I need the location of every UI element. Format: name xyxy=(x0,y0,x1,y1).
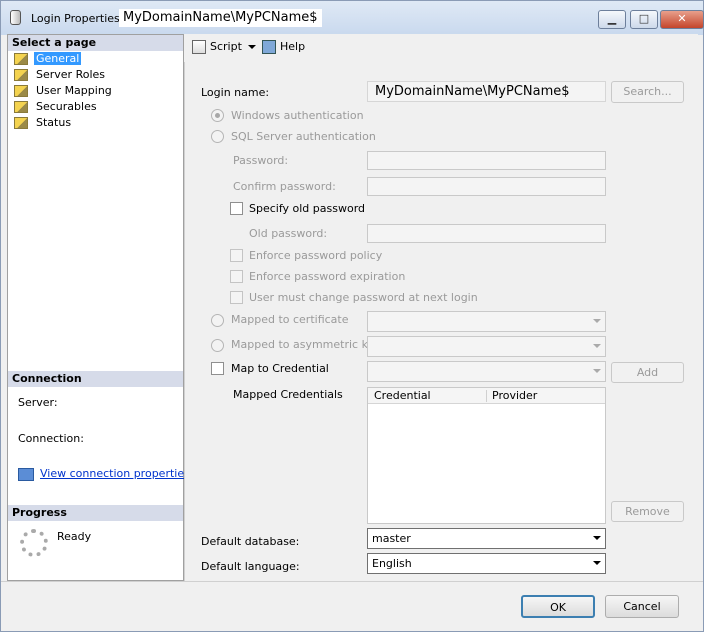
cancel-button[interactable]: Cancel xyxy=(605,595,679,618)
toolbar: Script Help xyxy=(184,34,698,62)
page-general[interactable]: General xyxy=(14,52,174,67)
maximize-button[interactable]: □ xyxy=(630,10,658,29)
chevron-down-icon[interactable] xyxy=(247,45,256,49)
default-language-label: Default language: xyxy=(201,560,300,573)
left-pane: Select a page General Server Roles User … xyxy=(7,34,190,581)
remove-credential-button[interactable]: Remove xyxy=(611,501,684,522)
general-page-form: Login name: MyDomainName\MyPCName$ Searc… xyxy=(184,62,698,581)
provider-column[interactable]: Provider xyxy=(492,389,537,402)
page-server-roles[interactable]: Server Roles xyxy=(14,68,174,83)
connection-properties-icon xyxy=(18,468,34,481)
script-icon xyxy=(192,40,206,54)
login-name-label: Login name: xyxy=(201,86,270,99)
mapped-credentials-grid[interactable]: Credential Provider xyxy=(367,387,606,524)
script-button[interactable]: Script xyxy=(192,40,256,56)
map-credential-checkbox[interactable] xyxy=(211,362,224,375)
ok-button[interactable]: OK xyxy=(521,595,595,618)
column-divider xyxy=(486,390,487,402)
page-label: General xyxy=(34,52,82,65)
server-label: Server: xyxy=(18,396,58,409)
certificate-select[interactable] xyxy=(367,311,606,332)
must-change-checkbox[interactable] xyxy=(230,291,243,304)
enforce-policy-checkbox[interactable] xyxy=(230,249,243,262)
sql-auth-radio[interactable] xyxy=(211,130,224,143)
chevron-down-icon xyxy=(593,319,601,323)
page-user-mapping[interactable]: User Mapping xyxy=(14,84,174,99)
page-icon xyxy=(14,85,28,97)
add-credential-button[interactable]: Add xyxy=(611,362,684,383)
mapped-certificate-radio[interactable] xyxy=(211,314,224,327)
enforce-expiration-label: Enforce password expiration xyxy=(249,270,406,283)
credential-column[interactable]: Credential xyxy=(374,389,431,402)
map-credential-label: Map to Credential xyxy=(231,362,329,375)
close-button[interactable]: ✕ xyxy=(660,10,704,29)
search-button[interactable]: Search... xyxy=(611,81,684,103)
connection-label: Connection: xyxy=(18,432,84,445)
mapped-asymmetric-label: Mapped to asymmetric key xyxy=(231,338,381,351)
windows-auth-label: Windows authentication xyxy=(231,109,364,122)
default-language-select[interactable]: English xyxy=(367,553,606,574)
page-status[interactable]: Status xyxy=(14,116,174,131)
chevron-down-icon xyxy=(593,561,601,565)
default-database-value: master xyxy=(372,532,411,545)
progress-spinner-icon xyxy=(20,529,48,557)
login-name-value: MyDomainName\MyPCName$ xyxy=(375,84,570,99)
default-language-value: English xyxy=(372,557,412,570)
chevron-down-icon xyxy=(593,536,601,540)
progress-header: Progress xyxy=(8,505,183,521)
grid-header: Credential Provider xyxy=(368,388,605,404)
help-icon xyxy=(262,40,276,54)
enforce-expiration-checkbox[interactable] xyxy=(230,270,243,283)
asymmetric-key-select[interactable] xyxy=(367,336,606,357)
windows-auth-radio[interactable] xyxy=(211,109,224,122)
enforce-policy-label: Enforce password policy xyxy=(249,249,383,262)
chevron-down-icon xyxy=(593,369,601,373)
login-name-field[interactable]: MyDomainName\MyPCName$ xyxy=(367,81,606,102)
mapped-asymmetric-radio[interactable] xyxy=(211,339,224,352)
progress-status: Ready xyxy=(57,530,92,543)
select-page-header: Select a page xyxy=(8,35,183,51)
page-icon xyxy=(14,101,28,113)
title-bar[interactable]: Login Properties MyDomainName\MyPCName$ … xyxy=(1,1,704,35)
page-label: Server Roles xyxy=(36,68,106,81)
old-password-label: Old password: xyxy=(249,227,328,240)
password-field[interactable] xyxy=(367,151,606,170)
page-icon xyxy=(14,117,28,129)
script-label: Script xyxy=(210,40,242,53)
view-connection-properties-text[interactable]: View connection properties xyxy=(40,467,190,480)
page-label: User Mapping xyxy=(36,84,112,97)
page-label: Securables xyxy=(36,100,97,113)
default-database-label: Default database: xyxy=(201,535,300,548)
window-title: Login Properties xyxy=(31,12,120,25)
mapped-credentials-label: Mapped Credentials xyxy=(233,388,343,401)
sql-auth-label: SQL Server authentication xyxy=(231,130,376,143)
must-change-label: User must change password at next login xyxy=(249,291,478,304)
minimize-button[interactable]: ▁ xyxy=(598,10,626,29)
password-label: Password: xyxy=(233,154,289,167)
specify-old-password-checkbox[interactable] xyxy=(230,202,243,215)
chevron-down-icon xyxy=(593,344,601,348)
help-label: Help xyxy=(280,40,306,53)
confirm-password-label: Confirm password: xyxy=(233,180,336,193)
default-database-select[interactable]: master xyxy=(367,528,606,549)
confirm-password-field[interactable] xyxy=(367,177,606,196)
old-password-field[interactable] xyxy=(367,224,606,243)
connection-header: Connection xyxy=(8,371,183,387)
page-icon xyxy=(14,69,28,81)
mapped-certificate-label: Mapped to certificate xyxy=(231,313,349,326)
page-label: Status xyxy=(36,116,72,129)
dialog-footer: OK Cancel xyxy=(1,581,703,631)
login-properties-window: Login Properties MyDomainName\MyPCName$ … xyxy=(0,0,704,632)
specify-old-password-label: Specify old password xyxy=(249,202,366,215)
window-title-login-name: MyDomainName\MyPCName$ xyxy=(119,9,322,27)
database-icon xyxy=(10,10,21,25)
help-button[interactable]: Help xyxy=(262,40,305,56)
credential-select[interactable] xyxy=(367,361,606,382)
page-icon xyxy=(14,53,28,65)
page-securables[interactable]: Securables xyxy=(14,100,174,115)
